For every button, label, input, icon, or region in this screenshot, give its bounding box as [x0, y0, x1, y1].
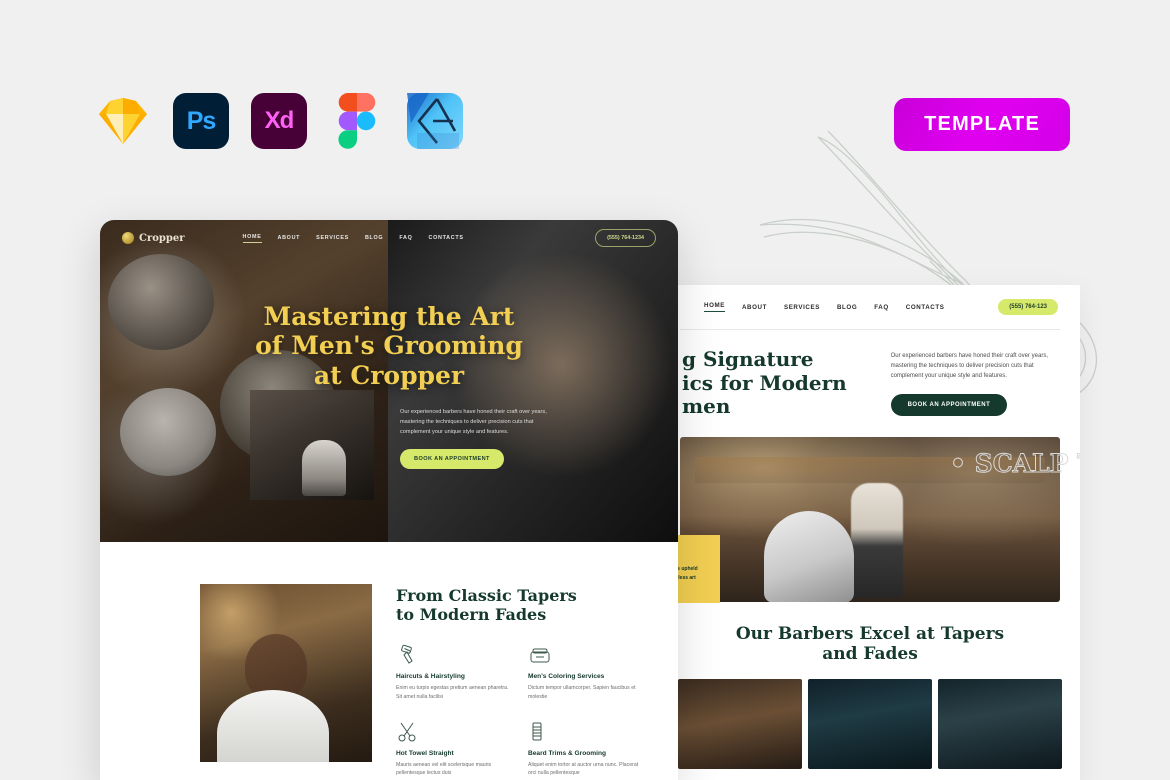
- light-outline-marquee: • SCALP TREATMENT • LINE-UP: [950, 449, 1081, 479]
- light-gallery-title-line2: and Fades: [822, 644, 918, 665]
- service-item-hot-towel[interactable]: Hot Towel Straight Mauris aenean vel eli…: [396, 721, 510, 778]
- service-title-beard-trims: Beard Trims & Grooming: [528, 750, 607, 757]
- dark-hero-title: Mastering the Art of Men's Grooming at C…: [100, 302, 678, 390]
- service-item-haircuts[interactable]: Haircuts & Hairstyling Enim eu turpis eg…: [396, 644, 510, 701]
- service-item-coloring[interactable]: Men's Coloring Services Dictum tempor ul…: [528, 644, 642, 701]
- dark-nav-item-home[interactable]: HOME: [242, 234, 262, 243]
- light-nav-item-services[interactable]: SERVICES: [784, 304, 820, 311]
- service-item-beard-trims[interactable]: Beard Trims & Grooming Aliquet enim tort…: [528, 721, 642, 778]
- dark-hero-inset-photo: [250, 390, 374, 500]
- service-title-coloring: Men's Coloring Services: [528, 673, 605, 681]
- light-gallery-title-line1: Our Barbers Excel at Tapers: [735, 623, 1005, 644]
- website-mockup-light: HOME ABOUT SERVICES BLOG FAQ CONTACTS (5…: [660, 285, 1080, 780]
- service-title-haircuts: Haircuts & Hairstyling: [396, 673, 465, 681]
- gallery-image-3[interactable]: [938, 678, 1062, 769]
- logo-text: Cropper: [139, 232, 185, 244]
- dark-hero-title-line3: at Cropper: [313, 360, 465, 390]
- figma-icon: [329, 93, 385, 149]
- dark-nav-item-services[interactable]: SERVICES: [316, 235, 349, 241]
- dark-services-title: From Classic Tapers to Modern Fades: [396, 586, 642, 624]
- dark-hero-copy: Our experienced barbers have honed their…: [400, 408, 555, 470]
- xd-icon: Xd: [251, 93, 307, 149]
- light-site-navbar: HOME ABOUT SERVICES BLOG FAQ CONTACTS (5…: [660, 285, 1080, 329]
- light-book-appointment-button[interactable]: BOOK AN APPOINTMENT: [890, 393, 1008, 416]
- dark-services-text: From Classic Tapers to Modern Fades Hair…: [396, 584, 642, 778]
- service-body-coloring: Dictum tempor ullamcorper. Sapien faucib…: [528, 685, 636, 700]
- dark-nav-item-about[interactable]: ABOUT: [278, 235, 301, 241]
- service-body-haircuts: Enim eu turpis egestas pretium aenean ph…: [396, 685, 509, 700]
- gallery-image-2[interactable]: [808, 678, 932, 769]
- light-hero-title-line3: men: [682, 394, 731, 419]
- dark-nav-item-faq[interactable]: FAQ: [399, 235, 412, 241]
- xd-icon-label: Xd: [264, 107, 295, 134]
- razor-icon: [528, 721, 642, 743]
- dark-phone-badge[interactable]: (555) 764-1234: [595, 229, 656, 247]
- dark-nav-item-blog[interactable]: BLOG: [365, 235, 383, 241]
- affinity-designer-icon: [407, 93, 463, 149]
- dark-hero-title-line2: of Men's Grooming: [255, 331, 523, 361]
- light-nav-item-contacts[interactable]: CONTACTS: [906, 304, 945, 311]
- service-title-hot-towel: Hot Towel Straight: [396, 750, 454, 757]
- template-badge: TEMPLATE: [894, 98, 1070, 151]
- dark-services-title-line2: to Modern Fades: [396, 605, 547, 625]
- pomade-jar-icon: [528, 644, 642, 666]
- service-body-hot-towel: Mauris aenean vel elit scelerisque mauri…: [396, 762, 492, 777]
- light-hero-title: g Signature ics for Modern men: [682, 347, 875, 419]
- light-hero-right: Our experienced barbers have honed their…: [890, 348, 1058, 419]
- light-nav-item-faq[interactable]: FAQ: [874, 304, 889, 311]
- dark-services-photo: [200, 584, 372, 762]
- light-hero: g Signature ics for Modern men Our exper…: [660, 330, 1080, 429]
- scissors-icon: [396, 721, 510, 743]
- logo-mark-icon: [122, 232, 134, 244]
- light-gallery-title: Our Barbers Excel at Tapers and Fades: [660, 624, 1080, 665]
- light-nav-item-blog[interactable]: BLOG: [837, 304, 857, 311]
- photoshop-icon-label: Ps: [186, 106, 217, 135]
- shaving-bowl-2: [120, 388, 216, 476]
- light-hero-title-line1: g Signature: [682, 347, 814, 371]
- light-hero-body: Our experienced barbers have honed their…: [890, 353, 1048, 379]
- gallery-image-1[interactable]: [678, 678, 802, 769]
- clipper-icon: [396, 644, 510, 666]
- photo-barber: [851, 482, 903, 598]
- software-icon-row: Ps Xd: [95, 93, 463, 149]
- dark-hero: Cropper HOME ABOUT SERVICES BLOG FAQ CON…: [100, 220, 678, 542]
- dark-services-title-line1: From Classic Tapers: [396, 586, 577, 605]
- dark-services-section: From Classic Tapers to Modern Fades Hair…: [100, 542, 678, 778]
- dark-site-logo[interactable]: Cropper: [122, 232, 185, 244]
- light-phone-badge[interactable]: (555) 764-123: [998, 299, 1058, 315]
- light-nav-item-home[interactable]: HOME: [704, 302, 725, 312]
- dark-hero-body: Our experienced barbers have honed their…: [400, 409, 547, 435]
- light-gallery: [660, 678, 1080, 769]
- website-mockup-dark: Cropper HOME ABOUT SERVICES BLOG FAQ CON…: [100, 220, 678, 780]
- dark-hero-title-line1: Mastering the Art: [263, 302, 515, 331]
- light-hero-title-line2: ics for Modern: [682, 370, 847, 395]
- dark-site-navbar: Cropper HOME ABOUT SERVICES BLOG FAQ CON…: [100, 220, 678, 256]
- photo-client: [763, 511, 854, 602]
- dark-services-grid: Haircuts & Hairstyling Enim eu turpis eg…: [396, 644, 642, 777]
- dark-nav-links: HOME ABOUT SERVICES BLOG FAQ CONTACTS: [242, 234, 464, 243]
- photoshop-icon: Ps: [173, 93, 229, 149]
- dark-nav-item-contacts[interactable]: CONTACTS: [429, 235, 464, 241]
- service-body-beard-trims: Aliquet enim tortor at auctor urna nunc.…: [528, 762, 639, 777]
- dark-book-appointment-button[interactable]: BOOK AN APPOINTMENT: [400, 449, 504, 470]
- light-nav-item-about[interactable]: ABOUT: [742, 304, 767, 311]
- sketch-icon: [95, 93, 151, 149]
- services-photo-cape: [217, 690, 330, 762]
